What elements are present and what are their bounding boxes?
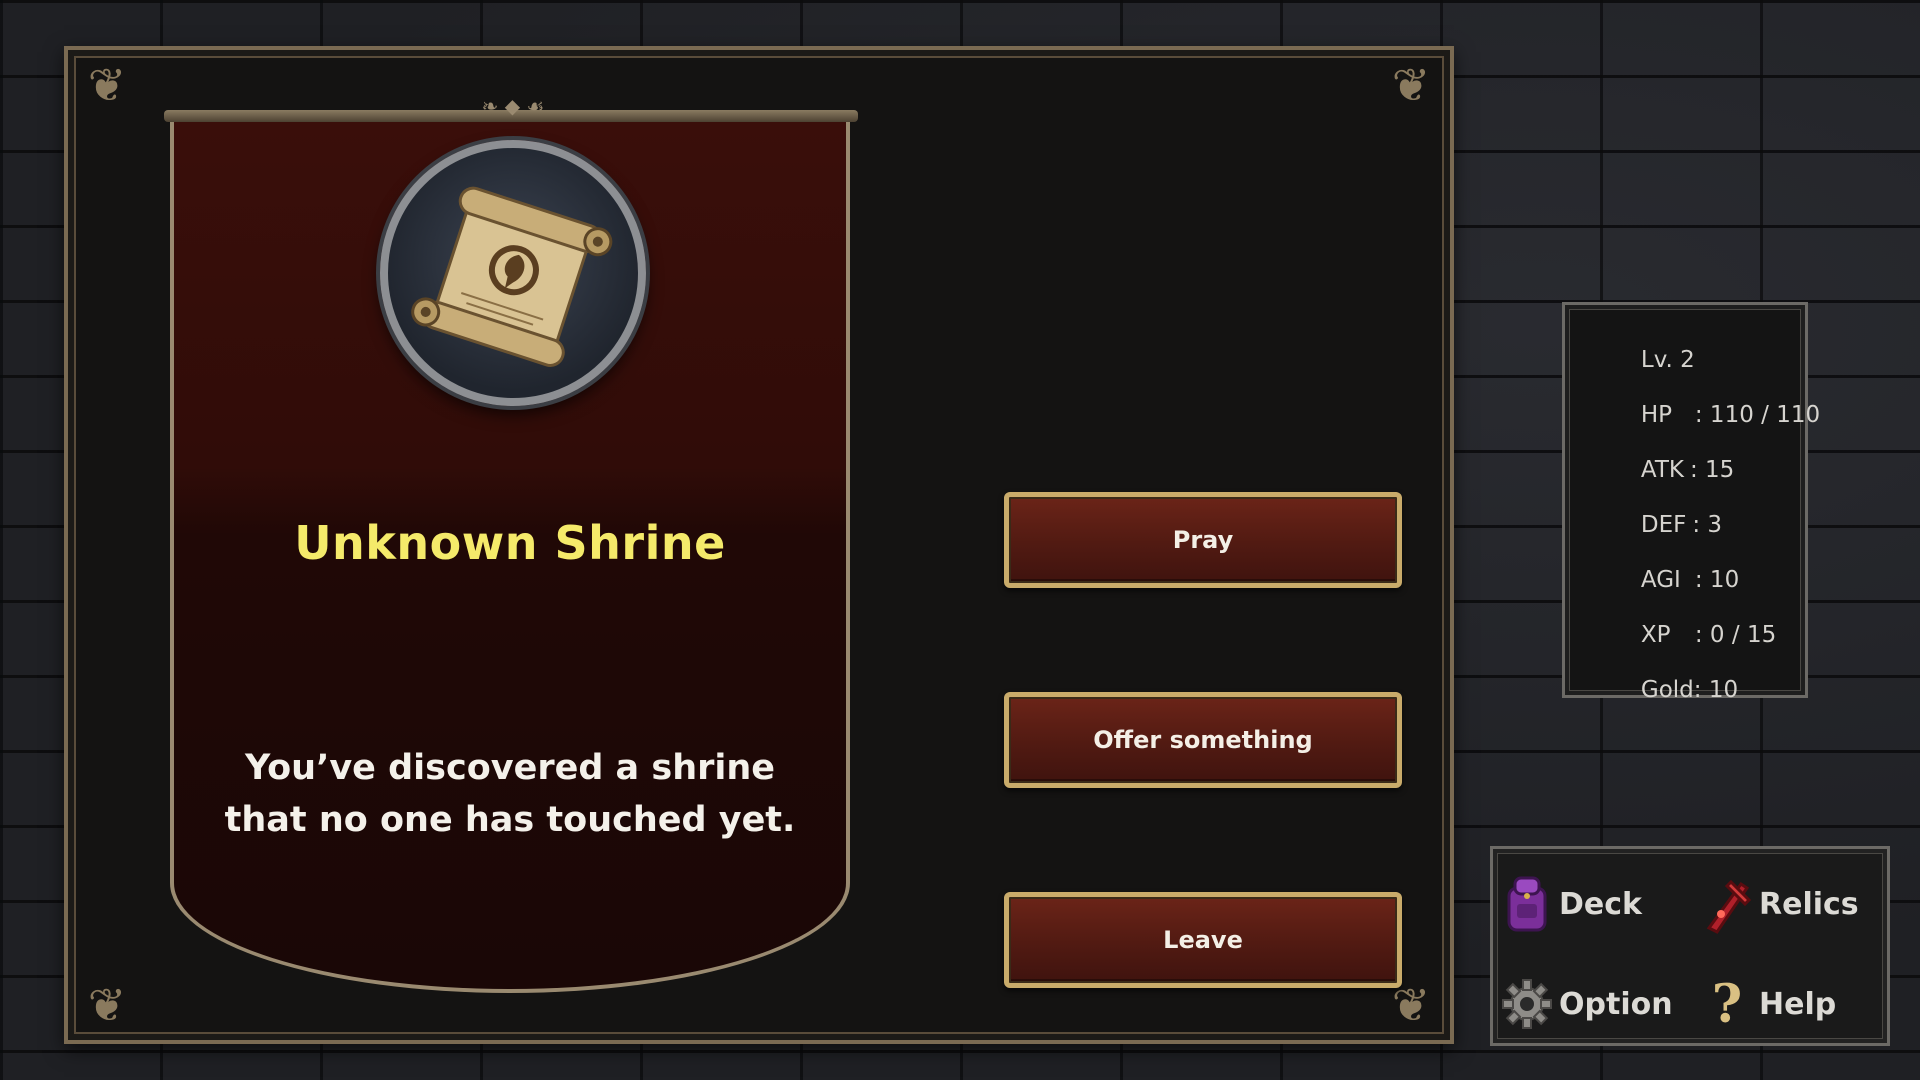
frame-ornament-icon: ❦ [1391, 58, 1431, 112]
scroll-icon [411, 186, 613, 367]
event-description: You’ve discovered a shrine that no one h… [224, 748, 796, 840]
stat-label: AGI [1640, 567, 1681, 593]
offer-something-button[interactable]: Offer something [1004, 692, 1402, 788]
stat-label: ATK [1640, 457, 1684, 483]
backpack-icon [1501, 874, 1553, 934]
gear-icon [1501, 974, 1553, 1034]
help-label: Help [1759, 986, 1837, 1022]
stat-value: : 0 / 15 [1694, 622, 1777, 648]
leave-button[interactable]: Leave [1004, 892, 1402, 988]
stat-value: : 110 / 110 [1694, 402, 1821, 428]
option-button[interactable]: Option [1501, 969, 1673, 1039]
game-screen: ❦ ❦ ❦ ❦ ❧ ◆ ☙ Unknown Shrine You’ve disc… [0, 0, 1920, 1080]
player-stats-panel: Lv. 2 HP : 110 / 110 ATK: 15 DEF: 3 AGI : … [1562, 302, 1820, 703]
stat-label: DEF [1640, 512, 1687, 538]
event-frame: ❦ ❦ ❦ ❦ ❧ ◆ ☙ Unknown Shrine You’ve disc… [64, 46, 1454, 1044]
frame-ornament-icon: ❦ [87, 978, 127, 1032]
help-button[interactable]: ? Help [1701, 969, 1836, 1039]
relics-label: Relics [1759, 886, 1859, 922]
deck-button[interactable]: Deck [1501, 869, 1642, 939]
stat-value: : 15 [1689, 457, 1735, 483]
stat-label: HP [1640, 402, 1673, 428]
stat-value: : 10 [1693, 677, 1739, 703]
stat-gold: Gold: 10 [1597, 651, 1738, 729]
pray-button[interactable]: Pray [1004, 492, 1402, 588]
stat-label: XP [1640, 622, 1671, 648]
relic-icon [1701, 874, 1753, 934]
event-image [380, 140, 646, 406]
event-title: Unknown Shrine [294, 516, 726, 570]
option-label: Option [1559, 986, 1673, 1022]
deck-label: Deck [1559, 886, 1642, 922]
menu-panel: Deck Relics Option ? Help [1490, 846, 1890, 1046]
stat-value: : 3 [1692, 512, 1723, 538]
stat-label: Gold [1640, 677, 1694, 703]
level-value: Lv. 2 [1640, 347, 1695, 373]
frame-ornament-icon: ❦ [87, 58, 127, 112]
stat-value: : 10 [1694, 567, 1740, 593]
card-crest-icon: ❧ ◆ ☙ [481, 94, 545, 118]
question-icon: ? [1711, 973, 1743, 1035]
relics-button[interactable]: Relics [1701, 869, 1859, 939]
